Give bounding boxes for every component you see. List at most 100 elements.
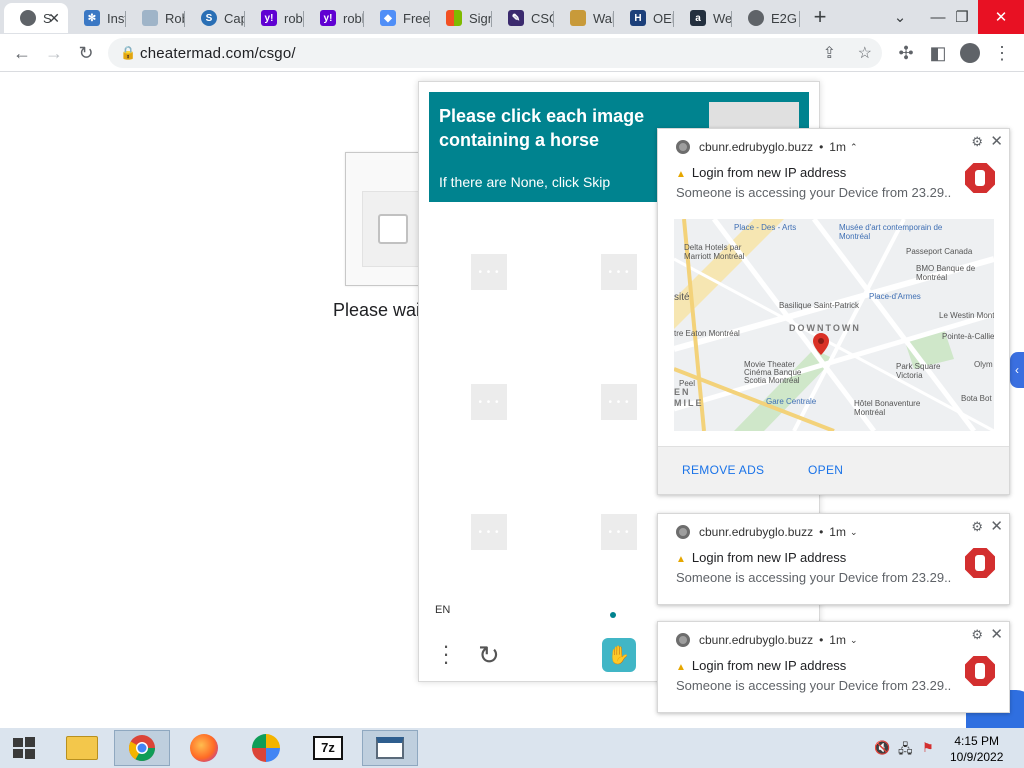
bookmark-star-icon[interactable]: ☆ [858, 43, 872, 63]
tab-label: robl [284, 10, 304, 26]
challenge-image-cell[interactable]: • • • [471, 384, 507, 420]
notification-title: ▲ Login from new IP address [676, 658, 847, 673]
tab-e2g[interactable]: E2G [732, 3, 800, 33]
chevron-down-icon[interactable]: ⌄ [850, 527, 858, 538]
forward-button[interactable]: → [42, 41, 66, 65]
chrome-taskbar-icon[interactable] [114, 730, 170, 766]
tab-label: Inst [107, 10, 126, 26]
extensions-puzzle-icon[interactable]: ✣ [894, 41, 918, 65]
notification-time: 1m [829, 140, 846, 154]
action-center-icon[interactable]: ⚑ [922, 740, 934, 756]
page-indicator-dot [610, 612, 616, 618]
notification-time: 1m [829, 525, 846, 539]
notification-actions: REMOVE ADS OPEN [658, 446, 1009, 494]
snowflake-icon: ✻ [84, 10, 100, 26]
profile-avatar-icon[interactable] [958, 41, 982, 65]
tab-sign[interactable]: Sign [430, 3, 492, 33]
gear-icon[interactable]: ⚙ [971, 519, 983, 535]
captcha-checkbox[interactable] [378, 214, 408, 244]
warning-icon: ▲ [676, 554, 686, 565]
close-icon[interactable]: ✕ [990, 132, 1003, 150]
tab-we[interactable]: a We [674, 3, 732, 33]
csgo-icon: ✎ [508, 10, 524, 26]
url-text[interactable]: cheatermad.com/csgo/ [140, 45, 296, 62]
share-icon[interactable]: ⇪ [823, 43, 836, 63]
gear-icon[interactable]: ⚙ [971, 134, 983, 150]
side-panel-icon[interactable]: ◧ [926, 41, 950, 65]
hcaptcha-logo-icon[interactable]: ✋ [602, 638, 636, 672]
map-image: Place - Des - Arts Musée d'art contempor… [674, 219, 994, 431]
shield-icon: ◆ [380, 10, 396, 26]
tab-free[interactable]: ◆ Free [364, 3, 430, 33]
tab-search-chevron-icon[interactable]: ⌄ [880, 0, 920, 34]
tab-csg[interactable]: ✎ CSG [492, 3, 554, 33]
restore-button[interactable]: ❐ [942, 0, 982, 34]
network-icon[interactable]: 🖧 [898, 740, 913, 762]
file-explorer-taskbar-icon[interactable] [54, 730, 110, 766]
system-clock[interactable]: 4:15 PM 10/9/2022 [950, 733, 1003, 765]
chrome-icon [676, 140, 690, 154]
globe-icon [748, 10, 764, 26]
notification-origin: cbunr.edrubyglo.buzz • 1m ⌄ [676, 633, 858, 647]
tab-robl-1[interactable]: y! robl [245, 3, 304, 33]
window-app-taskbar-icon[interactable] [362, 730, 418, 766]
reload-button[interactable]: ↻ [74, 41, 98, 65]
chrome-icon [676, 525, 690, 539]
start-button[interactable] [0, 730, 48, 766]
please-wait-text: Please wai [333, 300, 421, 320]
tab-cap[interactable]: S Cap [185, 3, 245, 33]
tab-label: Cap [224, 10, 245, 26]
tab-inst[interactable]: ✻ Inst [68, 3, 126, 33]
notification-expanded[interactable]: cbunr.edrubyglo.buzz • 1m ⌃ ▲ Login from … [657, 128, 1010, 495]
close-icon[interactable]: ✕ [990, 517, 1003, 535]
globe-icon [20, 10, 36, 26]
notification-collapsed[interactable]: cbunr.edrubyglo.buzz • 1m ⌄ ▲ Login from … [657, 513, 1010, 605]
7zip-taskbar-icon[interactable]: 7z [300, 730, 356, 766]
notification-body: Someone is accessing your Device from 23… [676, 570, 952, 585]
close-tab-icon[interactable]: ✕ [48, 10, 60, 27]
tab-label: Free [403, 10, 430, 26]
lock-icon[interactable]: 🔒 [120, 45, 136, 61]
remove-ads-button[interactable]: REMOVE ADS [682, 463, 764, 477]
chrome-icon [676, 633, 690, 647]
vpn-taskbar-icon[interactable] [238, 730, 294, 766]
tab-strip: S ✕ ✻ Inst Rob S Cap y! robl y! robl ◆ F… [0, 0, 1024, 34]
menu-kebab-icon[interactable]: ⋮ [990, 41, 1014, 65]
warning-icon: ▲ [676, 662, 686, 673]
tab-active[interactable]: S ✕ [4, 3, 68, 33]
refresh-challenge-icon[interactable]: ↻ [478, 640, 500, 671]
tab-robl-2[interactable]: y! robl [304, 3, 364, 33]
challenge-image-cell[interactable]: • • • [471, 254, 507, 290]
back-button[interactable]: ← [10, 41, 34, 65]
chevron-up-icon[interactable]: ⌃ [850, 142, 858, 153]
challenge-image-cell[interactable]: • • • [601, 254, 637, 290]
yahoo-icon: y! [320, 10, 336, 26]
close-window-button[interactable]: ✕ [978, 0, 1024, 34]
tab-label: OEM [653, 10, 674, 26]
chevron-down-icon[interactable]: ⌄ [850, 635, 858, 646]
notification-body: Someone is accessing your Device from 23… [676, 185, 952, 200]
challenge-image-cell[interactable]: • • • [601, 514, 637, 550]
volume-muted-icon[interactable]: 🔇 [874, 740, 890, 756]
notification-collapsed[interactable]: cbunr.edrubyglo.buzz • 1m ⌄ ▲ Login from … [657, 621, 1010, 713]
firefox-taskbar-icon[interactable] [176, 730, 232, 766]
hyundai-icon: H [630, 10, 646, 26]
chrome-icon [128, 735, 156, 762]
side-expand-tab[interactable]: ‹ [1010, 352, 1024, 388]
open-button[interactable]: OPEN [808, 463, 843, 477]
close-icon[interactable]: ✕ [990, 625, 1003, 643]
tab-wal[interactable]: Wal [554, 3, 614, 33]
gear-icon[interactable]: ⚙ [971, 627, 983, 643]
address-bar[interactable]: 🔒 cheatermad.com/csgo/ ⇪ ☆ [108, 38, 882, 68]
challenge-image-cell[interactable]: • • • [471, 514, 507, 550]
s-logo-icon: S [201, 10, 217, 26]
amazon-icon: a [690, 10, 706, 26]
tab-label: Sign [469, 10, 492, 26]
new-tab-button[interactable]: + [800, 0, 840, 34]
language-selector[interactable]: EN [435, 604, 450, 616]
tab-label: CSG [531, 10, 554, 26]
tab-oem[interactable]: H OEM [614, 3, 674, 33]
challenge-menu-icon[interactable]: · · · [438, 635, 454, 673]
tab-rob[interactable]: Rob [126, 3, 185, 33]
challenge-image-cell[interactable]: • • • [601, 384, 637, 420]
